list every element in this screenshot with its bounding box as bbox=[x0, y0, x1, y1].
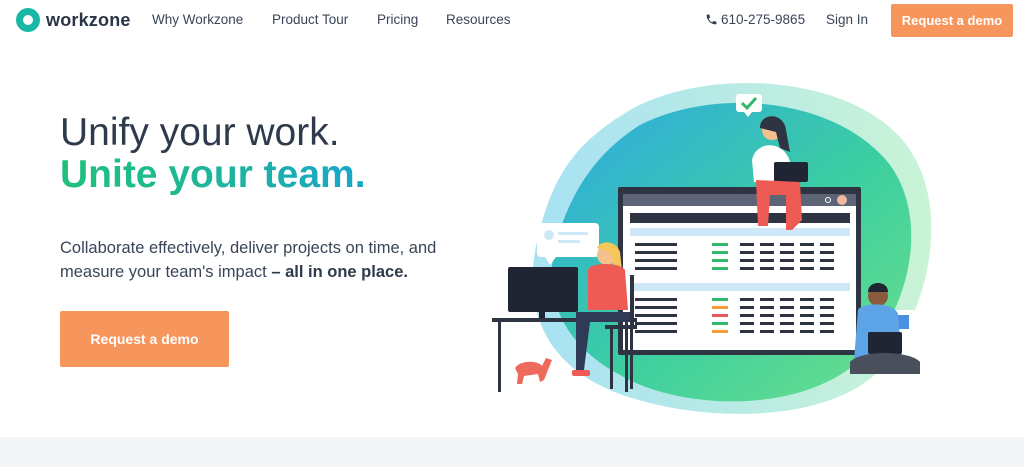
phone-number: 610-275-9865 bbox=[721, 12, 806, 27]
nav-link-why-workzone[interactable]: Why Workzone bbox=[152, 12, 243, 27]
headline-line-1: Unify your work. bbox=[60, 111, 340, 154]
phone-icon bbox=[706, 14, 717, 25]
logo-text: workzone bbox=[46, 9, 131, 30]
nav-link-product-tour[interactable]: Product Tour bbox=[272, 12, 348, 27]
nav-request-demo-button[interactable]: Request a demo bbox=[891, 4, 1013, 37]
logo-icon bbox=[16, 8, 40, 32]
logo[interactable]: workzone bbox=[16, 8, 131, 32]
nav-link-resources[interactable]: Resources bbox=[446, 12, 511, 27]
top-nav: workzone Why Workzone Product Tour Prici… bbox=[0, 0, 1024, 42]
hero-subheadline: Collaborate effectively, deliver project… bbox=[60, 236, 490, 284]
hero-request-demo-button[interactable]: Request a demo bbox=[60, 311, 229, 367]
hero-sub-bold: – all in one place. bbox=[271, 263, 408, 281]
sign-in-link[interactable]: Sign In bbox=[826, 12, 868, 27]
headline-line-2: Unite your team. bbox=[60, 153, 366, 196]
nav-link-pricing[interactable]: Pricing bbox=[377, 12, 418, 27]
phone-link[interactable]: 610-275-9865 bbox=[705, 12, 805, 27]
hero-illustration bbox=[492, 83, 932, 414]
next-section-strip bbox=[0, 437, 1024, 467]
